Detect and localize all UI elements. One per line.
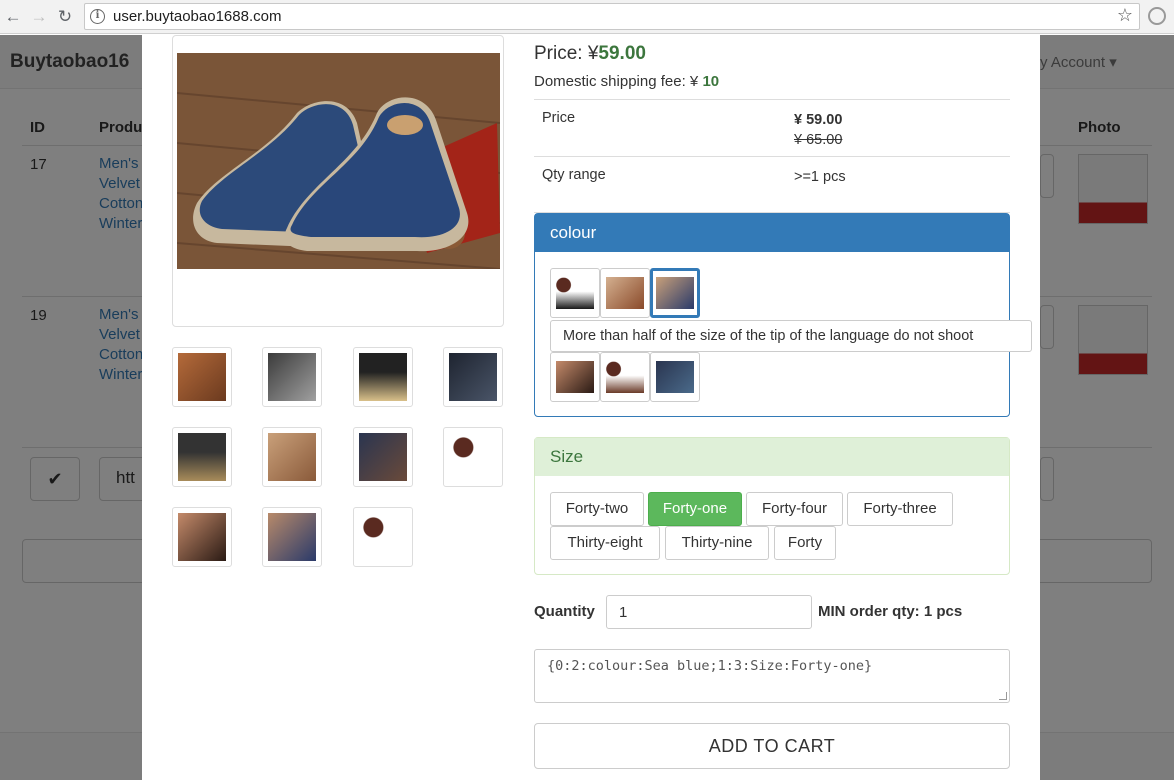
- min-order-qty: MIN order qty: 1 pcs: [818, 603, 963, 620]
- colour-swatch[interactable]: [650, 352, 700, 402]
- size-panel-title: Size: [535, 438, 1009, 476]
- quantity-input[interactable]: 1: [606, 595, 812, 629]
- price-values: ¥ 59.00 ¥ 65.00: [794, 110, 842, 150]
- price-key: Price: [542, 110, 576, 126]
- resize-handle-icon[interactable]: [999, 692, 1007, 700]
- size-option[interactable]: Forty: [774, 526, 836, 560]
- info-icon[interactable]: i: [90, 9, 105, 24]
- product-thumbnail[interactable]: [262, 347, 322, 407]
- add-to-cart-button[interactable]: ADD TO CART: [534, 723, 1010, 769]
- shoe-photo: [177, 53, 500, 269]
- size-option[interactable]: Thirty-eight: [550, 526, 660, 560]
- colour-swatch[interactable]: [550, 268, 600, 318]
- address-bar[interactable]: i user.buytaobao1688.com ☆: [84, 3, 1140, 30]
- table-row: Qty range >=1 pcs: [534, 156, 1010, 213]
- product-thumbnail[interactable]: [353, 507, 413, 567]
- size-option[interactable]: Forty-four: [746, 492, 843, 526]
- current-price: ¥ 59.00: [794, 112, 843, 128]
- quantity-label: Quantity: [534, 603, 595, 620]
- product-thumbnail[interactable]: [353, 427, 413, 487]
- size-panel: Size Forty-two Forty-one Forty-four Fort…: [534, 437, 1010, 575]
- product-thumbnail[interactable]: [262, 427, 322, 487]
- swatch-tooltip: More than half of the size of the tip of…: [550, 320, 1032, 352]
- colour-swatch[interactable]: [550, 352, 600, 402]
- back-arrow-icon[interactable]: ←: [2, 6, 24, 28]
- size-option[interactable]: Forty-three: [847, 492, 953, 526]
- size-option-selected[interactable]: Forty-one: [648, 492, 742, 526]
- bookmark-star-icon[interactable]: ☆: [1117, 5, 1133, 26]
- colour-swatch[interactable]: [600, 268, 650, 318]
- size-option[interactable]: Thirty-nine: [665, 526, 769, 560]
- table-row: Price ¥ 59.00 ¥ 65.00: [534, 99, 1010, 156]
- product-thumbnail[interactable]: [172, 427, 232, 487]
- colour-panel-title: colour: [535, 214, 1009, 252]
- qty-key: Qty range: [542, 167, 606, 183]
- qty-value: >=1 pcs: [794, 169, 846, 185]
- url-text[interactable]: user.buytaobao1688.com: [113, 8, 281, 25]
- selection-textarea[interactable]: {0:2:colour:Sea blue;1:3:Size:Forty-one}: [534, 649, 1010, 703]
- product-thumbnail[interactable]: [262, 507, 322, 567]
- price-table: Price ¥ 59.00 ¥ 65.00 Qty range >=1 pcs: [534, 99, 1010, 213]
- product-modal: Price: ¥59.00 Domestic shipping fee: ¥ 1…: [142, 35, 1040, 780]
- product-thumbnail[interactable]: [172, 507, 232, 567]
- product-thumbnail[interactable]: [172, 347, 232, 407]
- colour-swatch-sea-blue[interactable]: [650, 268, 700, 318]
- product-thumbnail[interactable]: [443, 347, 503, 407]
- original-price: ¥ 65.00: [794, 132, 843, 148]
- main-product-image: [172, 35, 504, 327]
- price-display: Price: ¥59.00: [534, 43, 646, 64]
- product-thumbnail[interactable]: [443, 427, 503, 487]
- shipping-fee: Domestic shipping fee: ¥ 10: [534, 73, 720, 90]
- size-option[interactable]: Forty-two: [550, 492, 644, 526]
- extension-icon[interactable]: [1148, 7, 1166, 25]
- colour-panel: colour More than half of the size of the…: [534, 213, 1032, 417]
- browser-toolbar: ← → ↻ i user.buytaobao1688.com ☆: [0, 0, 1174, 34]
- product-thumbnail[interactable]: [353, 347, 413, 407]
- colour-swatch[interactable]: [600, 352, 650, 402]
- reload-icon[interactable]: ↻: [54, 6, 76, 28]
- forward-arrow-icon[interactable]: →: [28, 6, 50, 28]
